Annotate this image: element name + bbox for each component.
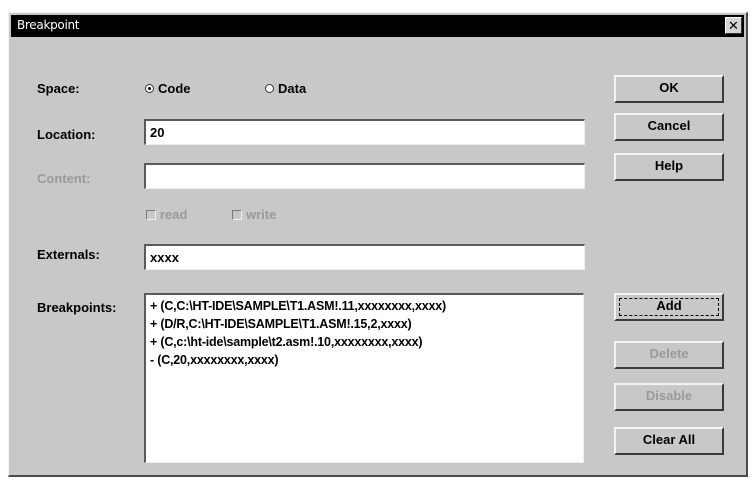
clear-all-button[interactable]: Clear All [614,427,724,455]
read-checkbox[interactable]: read [146,207,187,222]
close-icon: ✕ [728,18,739,33]
read-checkbox-label: read [160,207,188,222]
close-button[interactable]: ✕ [725,17,742,34]
radio-data[interactable]: Data [265,81,306,96]
location-input[interactable] [144,119,585,145]
breakpoints-label: Breakpoints: [37,300,117,315]
disable-button[interactable]: Disable [614,383,724,411]
list-item[interactable]: + (D/R,C:\HT-IDE\SAMPLE\T1.ASM!.15,2,xxx… [150,315,579,333]
help-button[interactable]: Help [614,153,724,181]
read-checkbox-box[interactable] [146,209,156,220]
list-item[interactable]: + (C,c:\ht-ide\sample\t2.asm!.10,xxxxxxx… [150,333,579,351]
write-checkbox-box[interactable] [232,209,242,220]
list-item[interactable]: + (C,C:\HT-IDE\SAMPLE\T1.ASM!.11,xxxxxxx… [150,297,579,315]
delete-button[interactable]: Delete [614,341,724,369]
radio-data-label: Data [278,81,307,96]
write-checkbox-label: write [246,207,277,222]
externals-input[interactable] [144,244,585,270]
breakpoint-dialog: Breakpoint ✕ Space: Code Data Location: … [8,12,748,477]
window-title: Breakpoint [17,18,80,32]
content-input[interactable] [144,163,585,189]
radio-code-dot[interactable] [145,84,154,93]
radio-data-dot[interactable] [265,84,274,93]
ok-button[interactable]: OK [614,75,724,103]
cancel-button[interactable]: Cancel [614,113,724,141]
write-checkbox[interactable]: write [232,207,276,222]
location-label: Location: [37,127,96,142]
content-label: Content: [37,171,91,186]
radio-code[interactable]: Code [145,81,191,96]
breakpoints-list[interactable]: + (C,C:\HT-IDE\SAMPLE\T1.ASM!.11,xxxxxxx… [144,293,584,463]
list-item[interactable]: - (C,20,xxxxxxxx,xxxx) [150,351,579,369]
externals-label: Externals: [37,247,100,262]
space-label: Space: [37,81,80,96]
title-bar[interactable]: Breakpoint ✕ [11,15,744,37]
add-button[interactable]: Add [614,293,724,321]
radio-code-label: Code [158,81,191,96]
